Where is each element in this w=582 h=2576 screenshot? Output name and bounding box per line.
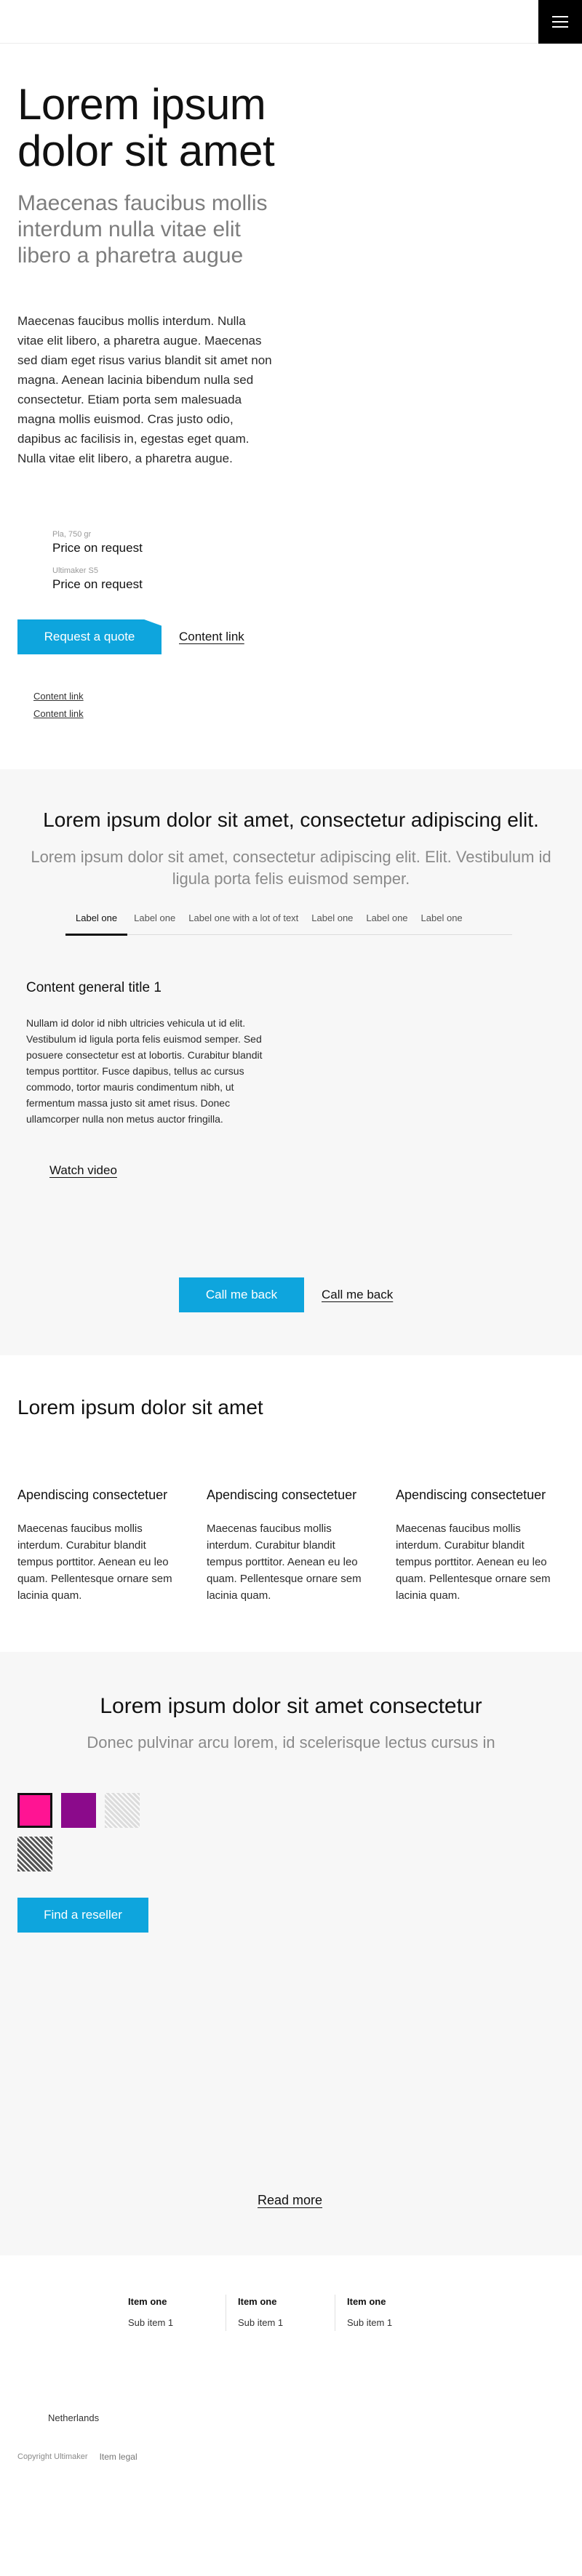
footer-link[interactable]: Sub item 1 — [238, 2315, 335, 2331]
tab-content: Content general title 1 Nullam id dolor … — [26, 980, 288, 1127]
call-back-row: Call me back Call me back — [179, 1277, 393, 1312]
tab-label-one[interactable]: Label one — [359, 902, 414, 935]
price-block: Pla, 750 gr Price on request Ultimaker S… — [52, 529, 271, 602]
hamburger-icon — [552, 26, 568, 28]
legal-link[interactable]: Item legal — [100, 2452, 137, 2462]
tab-label-one[interactable]: Label one — [415, 902, 469, 935]
footer-heading[interactable]: Item one — [347, 2295, 444, 2309]
footer-heading[interactable]: Item one — [238, 2295, 335, 2309]
section-subtitle: Lorem ipsum dolor sit amet, consectetur … — [31, 848, 551, 888]
tab-label-one[interactable]: Label one — [305, 902, 359, 935]
feature-column: Apendiscing consectetuer Maecenas faucib… — [396, 1488, 563, 1604]
footer-heading[interactable]: Item one — [128, 2295, 226, 2309]
hero-cta-row: Request a quote Content link — [17, 619, 244, 654]
hamburger-icon — [552, 21, 568, 23]
feature-body: Maecenas faucibus mollis interdum. Curab… — [396, 1522, 551, 1602]
color-swatch[interactable] — [105, 1793, 140, 1828]
feature-column: Apendiscing consectetuer Maecenas faucib… — [17, 1488, 185, 1604]
top-bar — [0, 0, 582, 44]
hero-title: Lorem ipsum dolor sit amet — [17, 80, 275, 175]
section-title: Lorem ipsum dolor sit amet, consectetur … — [43, 808, 539, 831]
color-swatch[interactable] — [17, 1793, 52, 1828]
footer-column: Item one Sub item 1 — [335, 2295, 444, 2331]
feature-body: Maecenas faucibus mollis interdum. Curab… — [17, 1522, 172, 1602]
footer-column: Item one Sub item 1 — [116, 2295, 226, 2331]
content-link[interactable]: Content link — [179, 630, 244, 644]
price-value: Price on request — [52, 541, 143, 555]
hero-section: Lorem ipsum dolor sit amet Maecenas fauc… — [17, 80, 294, 466]
reseller-row: Find a reseller — [17, 1898, 148, 1933]
content-link[interactable]: Content link — [33, 705, 84, 723]
request-quote-button[interactable]: Request a quote — [17, 619, 162, 654]
hero-body: Maecenas faucibus mollis interdum. Nulla… — [17, 314, 272, 465]
call-me-back-button[interactable]: Call me back — [179, 1277, 304, 1312]
hero-subtitle: Maecenas faucibus mollis interdum nulla … — [17, 191, 268, 268]
footer-column: Item one Sub item 1 — [226, 2295, 335, 2331]
copyright-text: Copyright Ultimaker — [17, 2452, 88, 2461]
tab-label-one[interactable]: Label one — [65, 902, 128, 936]
footer-link[interactable]: Sub item 1 — [128, 2315, 226, 2331]
feature-title: Apendiscing consectetuer — [207, 1488, 357, 1502]
content-body: Nullam id dolor id nibh ultricies vehicu… — [26, 1017, 263, 1125]
legal-bar: Copyright Ultimaker Item legal — [17, 2452, 137, 2462]
content-title: Content general title 1 — [26, 980, 162, 995]
footer-nav: Item one Sub item 1 Item one Sub item 1 … — [116, 2295, 444, 2331]
price-label: Ultimaker S5 — [52, 566, 98, 575]
tab-label-one[interactable]: Label one — [127, 902, 182, 935]
feature-body: Maecenas faucibus mollis interdum. Curab… — [207, 1522, 362, 1602]
color-swatches — [17, 1793, 156, 1871]
feature-title: Apendiscing consectetuer — [17, 1488, 168, 1502]
hamburger-icon — [552, 16, 568, 17]
footer-link[interactable]: Sub item 1 — [347, 2315, 444, 2331]
section-title: Lorem ipsum dolor sit amet consectetur — [100, 1694, 482, 1718]
tab-bar: Label one Label one Label one with a lot… — [65, 902, 512, 936]
read-more-link[interactable]: Read more — [258, 2193, 322, 2208]
feature-column: Apendiscing consectetuer Maecenas faucib… — [207, 1488, 374, 1604]
section-title: Lorem ipsum dolor sit amet — [17, 1396, 263, 1419]
price-value: Price on request — [52, 577, 143, 591]
watch-video-link[interactable]: Watch video — [49, 1163, 117, 1178]
color-swatch[interactable] — [61, 1793, 96, 1828]
section-subtitle: Donec pulvinar arcu lorem, id scelerisqu… — [87, 1733, 495, 1752]
small-links: Content link Content link — [33, 688, 84, 723]
menu-button[interactable] — [538, 0, 582, 44]
feature-columns: Apendiscing consectetuer Maecenas faucib… — [17, 1488, 565, 1604]
tab-label-long[interactable]: Label one with a lot of text — [182, 902, 305, 935]
find-reseller-button[interactable]: Find a reseller — [17, 1898, 148, 1933]
content-link[interactable]: Content link — [33, 688, 84, 705]
feature-title: Apendiscing consectetuer — [396, 1488, 546, 1502]
color-swatch[interactable] — [17, 1837, 52, 1871]
price-label: Pla, 750 gr — [52, 530, 92, 539]
country-selector[interactable]: Netherlands — [48, 2412, 99, 2423]
call-me-back-link[interactable]: Call me back — [322, 1288, 393, 1302]
